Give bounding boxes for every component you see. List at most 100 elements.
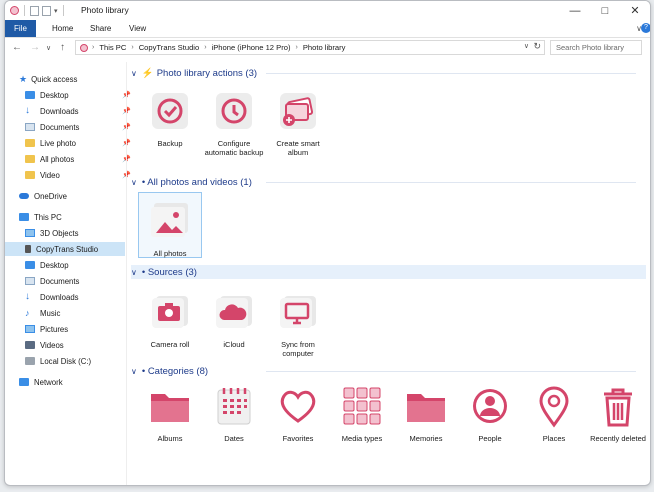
tile-label: Sync from computer bbox=[281, 340, 315, 358]
tab-view[interactable]: View bbox=[122, 20, 153, 37]
group-header-categories[interactable]: ∨ • Categories (8) bbox=[131, 364, 646, 378]
disk-icon bbox=[25, 357, 35, 365]
sidebar-item-copytrans-studio[interactable]: CopyTrans Studio bbox=[5, 242, 125, 256]
network-icon bbox=[19, 378, 29, 386]
phone-icon bbox=[25, 245, 31, 253]
address-row: ← → ∨ ↑ › This PC › CopyTrans Studio › i… bbox=[5, 38, 650, 58]
group-header-photo-library-actions[interactable]: ∨ ⚡ Photo library actions (3) bbox=[131, 66, 646, 80]
sidebar-item-label: 3D Objects bbox=[40, 228, 79, 238]
download-icon: ↓ bbox=[25, 105, 30, 116]
breadcrumb-this-pc[interactable]: This PC bbox=[99, 43, 126, 52]
address-dropdown-icon[interactable]: ∨ bbox=[524, 42, 529, 50]
new-folder-icon[interactable] bbox=[42, 5, 51, 16]
pane-divider[interactable] bbox=[126, 62, 127, 485]
customize-toolbar-icon[interactable]: ▾ bbox=[54, 7, 58, 15]
tab-share[interactable]: Share bbox=[83, 20, 118, 37]
sidebar-item-documents-pinned[interactable]: Documents 📌 bbox=[25, 120, 131, 134]
tile-camera-roll[interactable]: Camera roll bbox=[138, 290, 202, 349]
desktop-icon bbox=[25, 91, 35, 99]
sidebar-item-all-photos[interactable]: All photos 📌 bbox=[25, 152, 131, 166]
properties-icon[interactable] bbox=[30, 5, 39, 16]
address-bar[interactable]: › This PC › CopyTrans Studio › iPhone (i… bbox=[75, 40, 545, 55]
tile-media-types[interactable]: Media types bbox=[330, 384, 394, 443]
heart-icon bbox=[276, 384, 320, 428]
tab-file[interactable]: File bbox=[5, 20, 36, 37]
help-icon[interactable]: ? bbox=[641, 23, 650, 33]
back-button[interactable]: ← bbox=[12, 42, 22, 53]
close-button[interactable]: ✕ bbox=[620, 1, 650, 20]
ribbon: File Home Share View ∨ ? bbox=[5, 20, 650, 38]
search-input[interactable]: Search Photo library bbox=[550, 40, 642, 55]
maximize-button[interactable]: □ bbox=[590, 1, 620, 20]
breadcrumb-separator-icon: › bbox=[204, 44, 207, 51]
sidebar-item-3d-objects[interactable]: 3D Objects bbox=[25, 226, 79, 240]
sidebar-item-quick-access[interactable]: ★ Quick access bbox=[19, 72, 77, 86]
tile-configure-automatic-backup[interactable]: Configure automatic backup bbox=[202, 89, 266, 157]
tile-memories[interactable]: Memories bbox=[394, 384, 458, 443]
sidebar-item-local-disk[interactable]: Local Disk (C:) bbox=[25, 354, 91, 368]
tile-icloud[interactable]: iCloud bbox=[202, 290, 266, 349]
sidebar-item-label: This PC bbox=[34, 212, 62, 222]
breadcrumb-photo-library[interactable]: Photo library bbox=[303, 43, 346, 52]
pictures-icon bbox=[25, 325, 35, 333]
tile-dates[interactable]: Dates bbox=[202, 384, 266, 443]
refresh-icon[interactable]: ↻ bbox=[533, 41, 541, 52]
group-header-all-photos-and-videos[interactable]: ∨ • All photos and videos (1) bbox=[131, 175, 646, 189]
group-divider bbox=[266, 371, 636, 372]
tile-label: Create smart album bbox=[276, 139, 320, 157]
sidebar-item-live-photo[interactable]: Live photo 📌 bbox=[25, 136, 131, 150]
forward-button[interactable]: → bbox=[30, 42, 40, 53]
download-icon: ↓ bbox=[25, 291, 30, 302]
tile-create-smart-album[interactable]: Create smart album bbox=[266, 89, 330, 157]
breadcrumb-separator-icon: › bbox=[295, 44, 298, 51]
up-button[interactable]: ↑ bbox=[60, 42, 65, 53]
chevron-down-icon: ∨ bbox=[131, 366, 137, 376]
sidebar-item-desktop-pinned[interactable]: Desktop 📌 bbox=[25, 88, 131, 102]
backup-icon bbox=[148, 89, 192, 133]
auto-backup-icon bbox=[212, 89, 256, 133]
monitor-icon bbox=[276, 290, 320, 334]
group-title: • Sources (3) bbox=[141, 266, 197, 278]
sidebar-item-music[interactable]: ♪ Music bbox=[25, 306, 60, 320]
tile-label: Backup bbox=[157, 139, 183, 148]
group-header-sources[interactable]: ∨ • Sources (3) bbox=[131, 265, 646, 279]
sidebar-item-pictures[interactable]: Pictures bbox=[25, 322, 68, 336]
tab-home[interactable]: Home bbox=[45, 20, 80, 37]
sidebar-item-downloads-pinned[interactable]: ↓ Downloads 📌 bbox=[25, 104, 131, 118]
tile-backup[interactable]: Backup bbox=[138, 89, 202, 148]
group-title: Photo library actions (3) bbox=[156, 67, 258, 79]
computer-icon bbox=[19, 213, 29, 221]
lightning-icon: ⚡ bbox=[141, 67, 154, 79]
sidebar-item-network[interactable]: Network bbox=[19, 375, 63, 389]
tile-label: All photos bbox=[153, 249, 187, 258]
sidebar-item-label: Documents bbox=[40, 276, 80, 286]
tile-people[interactable]: People bbox=[458, 384, 522, 443]
sidebar-item-video-pinned[interactable]: Video 📌 bbox=[25, 168, 131, 182]
sidebar-item-documents[interactable]: Documents bbox=[25, 274, 79, 288]
sidebar-item-onedrive[interactable]: OneDrive bbox=[19, 189, 67, 203]
sidebar-item-this-pc[interactable]: This PC bbox=[19, 210, 62, 224]
window-title: Photo library bbox=[81, 5, 129, 15]
music-icon: ♪ bbox=[25, 308, 30, 318]
breadcrumb-copytrans-studio[interactable]: CopyTrans Studio bbox=[139, 43, 200, 52]
chevron-down-icon: ∨ bbox=[131, 177, 137, 187]
sidebar-item-label: CopyTrans Studio bbox=[36, 244, 99, 254]
tile-recently-deleted[interactable]: Recently deleted bbox=[586, 384, 650, 443]
sidebar-item-desktop[interactable]: Desktop bbox=[25, 258, 69, 272]
smart-album-icon bbox=[276, 89, 320, 133]
quick-access-toolbar: ▾ bbox=[10, 5, 66, 16]
divider bbox=[62, 5, 64, 16]
tile-places[interactable]: Places bbox=[522, 384, 586, 443]
tile-all-photos[interactable]: All photos bbox=[138, 192, 202, 258]
tile-favorites[interactable]: Favorites bbox=[266, 384, 330, 443]
tile-label: Recently deleted bbox=[590, 434, 646, 443]
recent-locations-icon[interactable]: ∨ bbox=[46, 44, 51, 52]
sidebar-item-downloads[interactable]: ↓ Downloads bbox=[25, 290, 79, 304]
sidebar-item-videos[interactable]: Videos bbox=[25, 338, 64, 352]
star-icon: ★ bbox=[19, 73, 28, 84]
breadcrumb-iphone[interactable]: iPhone (iPhone 12 Pro) bbox=[212, 43, 291, 52]
minimize-button[interactable]: — bbox=[560, 1, 590, 20]
tile-albums[interactable]: Albums bbox=[138, 384, 202, 443]
sidebar-item-label: Downloads bbox=[40, 292, 79, 302]
tile-sync-from-computer[interactable]: Sync from computer bbox=[266, 290, 330, 358]
